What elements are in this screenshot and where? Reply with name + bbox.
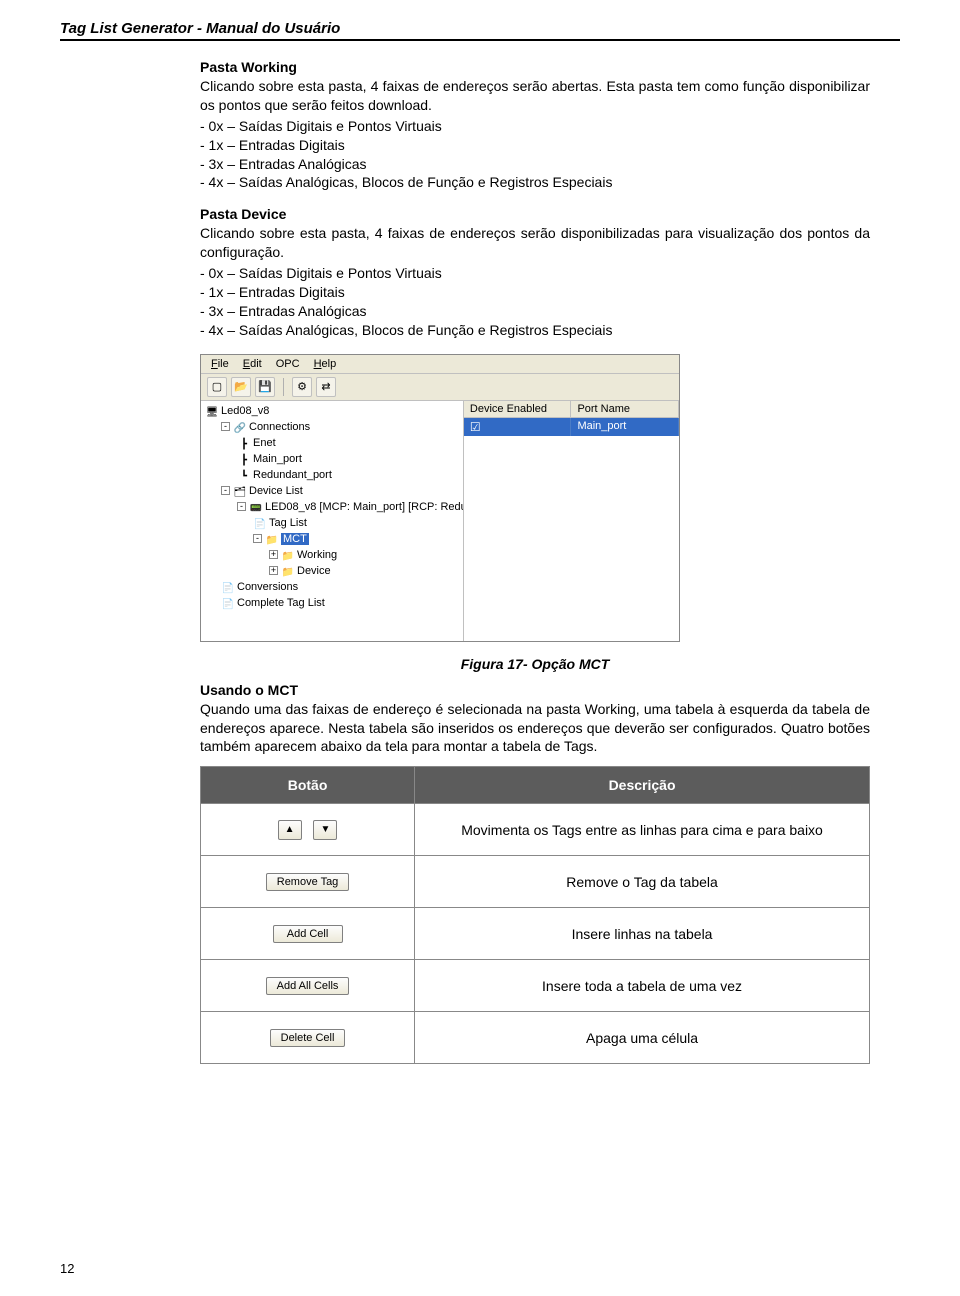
section3-title: Usando o MCT (200, 682, 870, 698)
table-header-button: Botão (201, 767, 415, 804)
grid-pane: Device Enabled Port Name Main_port (464, 401, 679, 641)
menu-help[interactable]: Help (308, 357, 343, 371)
row-desc: Apaga uma célula (415, 1012, 870, 1064)
section1-para: Clicando sobre esta pasta, 4 faixas de e… (200, 77, 870, 115)
tool2-icon[interactable]: ⇄ (316, 377, 336, 397)
toolbar-separator (283, 378, 284, 396)
tree-enet[interactable]: Enet (253, 437, 276, 449)
expand-icon[interactable]: - (237, 502, 246, 511)
toolbar: ▢ 📂 💾 ⚙ ⇄ (201, 374, 679, 401)
section1-title: Pasta Working (200, 59, 870, 75)
menubar: File Edit OPC Help (201, 355, 679, 374)
folder-icon: 📁 (265, 533, 279, 545)
folder-icon: 📄 (221, 581, 235, 593)
tree-working[interactable]: Working (297, 549, 337, 561)
grid-header: Device Enabled Port Name (464, 401, 679, 418)
tree-devicelist[interactable]: Device List (249, 485, 303, 497)
expand-icon[interactable]: - (221, 422, 230, 431)
tool-icon[interactable]: ⚙ (292, 377, 312, 397)
table-row: Add Cell Insere linhas na tabela (201, 908, 870, 960)
move-down-button[interactable]: ▼ (313, 820, 337, 840)
tree-root[interactable]: Led08_v8 (221, 405, 269, 417)
open-icon[interactable]: 📂 (231, 377, 251, 397)
folder-icon: 📄 (221, 597, 235, 609)
tree-conversions[interactable]: Conversions (237, 581, 298, 593)
device-icon: 📟 (249, 501, 263, 513)
list-item: - 1x – Entradas Digitais (200, 136, 870, 155)
list-item: - 0x – Saídas Digitais e Pontos Virtuais (200, 117, 870, 136)
table-row: Add All Cells Insere toda a tabela de um… (201, 960, 870, 1012)
section1-list: - 0x – Saídas Digitais e Pontos Virtuais… (200, 117, 870, 193)
list-item: - 3x – Entradas Analógicas (200, 302, 870, 321)
section2-list: - 0x – Saídas Digitais e Pontos Virtuais… (200, 264, 870, 340)
list-item: - 4x – Saídas Analógicas, Blocos de Funç… (200, 321, 870, 340)
tree-device[interactable]: LED08_v8 [MCP: Main_port] [RCP: Redundan… (265, 501, 464, 513)
table-row: Delete Cell Apaga uma célula (201, 1012, 870, 1064)
tree-connections[interactable]: Connections (249, 421, 310, 433)
menu-opc[interactable]: OPC (270, 357, 306, 371)
menu-edit[interactable]: Edit (237, 357, 268, 371)
tree-mct[interactable]: MCT (281, 533, 309, 545)
tree-taglist[interactable]: Tag List (269, 517, 307, 529)
list-item: - 1x – Entradas Digitais (200, 283, 870, 302)
button-table: Botão Descrição ▲ ▼ Movimenta os Tags en… (200, 766, 870, 1064)
port-icon: ┣ (237, 453, 251, 465)
add-cell-button[interactable]: Add Cell (273, 925, 343, 943)
delete-cell-button[interactable]: Delete Cell (270, 1029, 346, 1047)
expand-icon[interactable]: + (269, 550, 278, 559)
page-header: Tag List Generator - Manual do Usuário (60, 20, 900, 41)
expand-icon[interactable]: - (221, 486, 230, 495)
folder-icon: 📄 (253, 517, 267, 529)
expand-icon[interactable]: - (253, 534, 262, 543)
list-item: - 0x – Saídas Digitais e Pontos Virtuais (200, 264, 870, 283)
row-desc: Insere linhas na tabela (415, 908, 870, 960)
list-item: - 3x – Entradas Analógicas (200, 155, 870, 174)
page-number: 12 (60, 1261, 74, 1276)
section3-para: Quando uma das faixas de endereço é sele… (200, 700, 870, 757)
table-header-description: Descrição (415, 767, 870, 804)
remove-tag-button[interactable]: Remove Tag (266, 873, 350, 891)
tree-complete[interactable]: Complete Tag List (237, 597, 325, 609)
move-up-button[interactable]: ▲ (278, 820, 302, 840)
row-desc: Movimenta os Tags entre as linhas para c… (415, 804, 870, 856)
connections-icon: 🔗 (233, 421, 247, 433)
grid-col-port-name[interactable]: Port Name (571, 401, 679, 417)
grid-row[interactable]: Main_port (464, 418, 679, 436)
save-icon[interactable]: 💾 (255, 377, 275, 397)
section2-para: Clicando sobre esta pasta, 4 faixas de e… (200, 224, 870, 262)
row-desc: Remove o Tag da tabela (415, 856, 870, 908)
port-icon: ┣ (237, 437, 251, 449)
device-enabled-checkbox[interactable] (464, 418, 572, 436)
new-icon[interactable]: ▢ (207, 377, 227, 397)
folder-icon: 📁 (281, 565, 295, 577)
devicelist-icon: 🗂 (233, 485, 247, 497)
tree-redundant[interactable]: Redundant_port (253, 469, 332, 481)
tree-mainport[interactable]: Main_port (253, 453, 302, 465)
app-screenshot: File Edit OPC Help ▢ 📂 💾 ⚙ ⇄ 🖥Led08_v8 (200, 354, 680, 642)
figure-caption: Figura 17- Opção MCT (200, 656, 870, 672)
row-desc: Insere toda a tabela de uma vez (415, 960, 870, 1012)
port-name-value: Main_port (571, 418, 679, 436)
expand-icon[interactable]: + (269, 566, 278, 575)
add-all-cells-button[interactable]: Add All Cells (266, 977, 350, 995)
port-icon: ┗ (237, 469, 251, 481)
section2-title: Pasta Device (200, 206, 870, 222)
menu-file[interactable]: File (205, 357, 235, 371)
tree-dev[interactable]: Device (297, 565, 331, 577)
folder-icon: 📁 (281, 549, 295, 561)
grid-col-device-enabled[interactable]: Device Enabled (464, 401, 572, 417)
table-row: Remove Tag Remove o Tag da tabela (201, 856, 870, 908)
list-item: - 4x – Saídas Analógicas, Blocos de Funç… (200, 173, 870, 192)
monitor-icon: 🖥 (205, 405, 219, 417)
table-row: ▲ ▼ Movimenta os Tags entre as linhas pa… (201, 804, 870, 856)
tree-pane[interactable]: 🖥Led08_v8 -🔗Connections ┣Enet ┣Main_port… (201, 401, 464, 641)
